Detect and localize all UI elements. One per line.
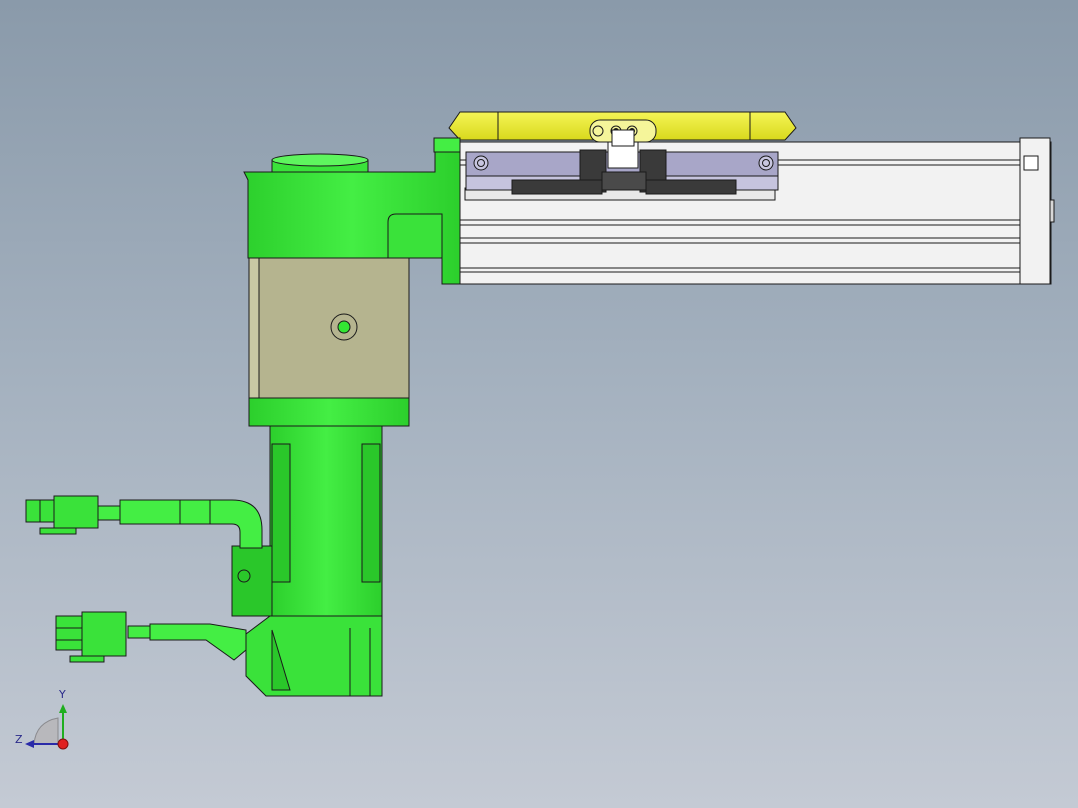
x-axis-dot [57, 738, 69, 750]
cable-upper[interactable] [97, 499, 263, 549]
y-axis-label: Y [59, 688, 66, 701]
z-axis-label: Z [15, 733, 23, 746]
motor-body[interactable] [231, 425, 383, 697]
cad-model[interactable] [0, 0, 1078, 808]
gearbox-block[interactable] [248, 257, 410, 427]
connector-lower[interactable] [55, 611, 127, 663]
axis-triad [25, 704, 69, 750]
cable-lower[interactable] [127, 623, 247, 661]
connector-upper[interactable] [25, 495, 99, 535]
cad-viewport[interactable]: Y Z [0, 0, 1078, 808]
